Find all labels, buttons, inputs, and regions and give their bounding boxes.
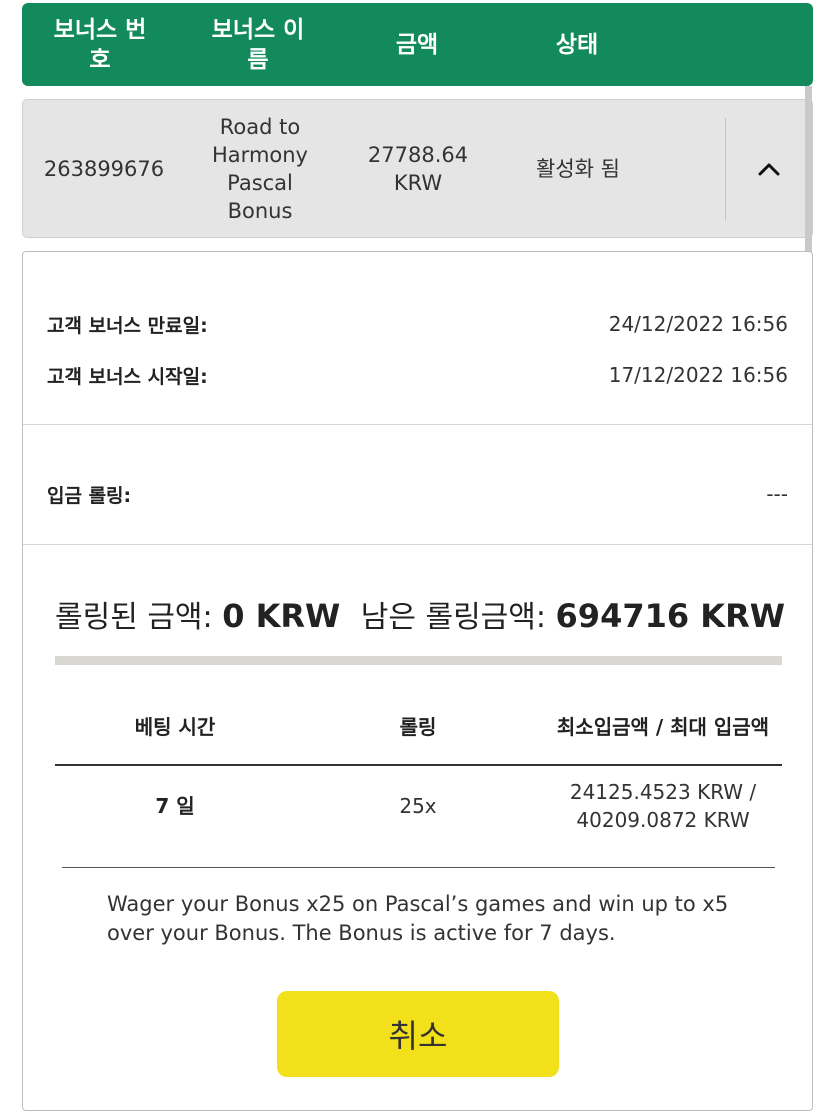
- cancel-button[interactable]: 취소: [277, 991, 559, 1077]
- deposit-rolling-row: 입금 롤링: ---: [23, 477, 812, 511]
- bonus-description: Wager your Bonus x25 on Pascal’s games a…: [107, 892, 729, 945]
- table-bottom-divider: [62, 867, 775, 868]
- rolling-progress-bar: [55, 656, 782, 665]
- header-amount: 금액: [395, 31, 439, 58]
- start-label: 고객 보너스 시작일:: [47, 365, 208, 388]
- expiry-label: 고객 보너스 만료일:: [47, 314, 208, 337]
- bonus-amount: 27788.64 KRW: [367, 142, 469, 195]
- collapse-toggle-button[interactable]: [726, 100, 812, 237]
- section-divider: [23, 544, 812, 545]
- header-rolling: 롤링: [399, 715, 437, 739]
- bonus-row[interactable]: 263899676 Road to Harmony Pascal Bonus 2…: [22, 99, 813, 238]
- bonus-status: 활성화 됨: [536, 156, 620, 181]
- expiry-row: 고객 보너스 만료일: 24/12/2022 16:56: [23, 307, 812, 341]
- remaining-value: 694716 KRW: [555, 597, 785, 635]
- chevron-up-icon: [758, 163, 780, 175]
- header-min-max-deposit: 최소입금액 / 최대 입금액: [556, 715, 770, 739]
- rolled-label: 롤링된 금액:: [55, 600, 213, 635]
- bet-time-value: 7 일: [155, 794, 195, 818]
- bonus-name: Road to Harmony Pascal Bonus: [212, 114, 308, 223]
- min-max-deposit-value: 24125.4523 KRW / 40209.0872 KRW: [569, 780, 757, 832]
- header-bet-time: 베팅 시간: [134, 715, 216, 739]
- rolled-amount: 롤링된 금액: 0 KRW: [55, 592, 340, 636]
- expiry-value: 24/12/2022 16:56: [608, 312, 788, 336]
- bonus-detail-panel: 고객 보너스 만료일: 24/12/2022 16:56 고객 보너스 시작일:…: [22, 251, 813, 1111]
- rolling-value: 25x: [399, 794, 437, 818]
- bonus-number: 263899676: [43, 156, 165, 181]
- header-bonus-name: 보너스 이름: [211, 16, 305, 73]
- start-row: 고객 보너스 시작일: 17/12/2022 16:56: [23, 358, 812, 392]
- start-value: 17/12/2022 16:56: [608, 363, 788, 387]
- table-header-divider: [55, 764, 782, 766]
- remaining-label: 남은 롤링금액:: [360, 600, 546, 635]
- deposit-rolling-value: ---: [766, 482, 788, 506]
- remaining-amount: 남은 롤링금액: 694716 KRW: [361, 592, 785, 636]
- deposit-rolling-label: 입금 롤링:: [47, 484, 132, 507]
- bonus-table-header: 보너스 번호 보너스 이름 금액 상태: [22, 3, 813, 86]
- header-status: 상태: [555, 31, 599, 58]
- rolling-summary: 롤링된 금액: 0 KRW 남은 롤링금액: 694716 KRW: [55, 590, 785, 638]
- section-divider: [23, 424, 812, 425]
- header-bonus-number: 보너스 번호: [53, 16, 147, 73]
- rolled-value: 0 KRW: [222, 597, 341, 635]
